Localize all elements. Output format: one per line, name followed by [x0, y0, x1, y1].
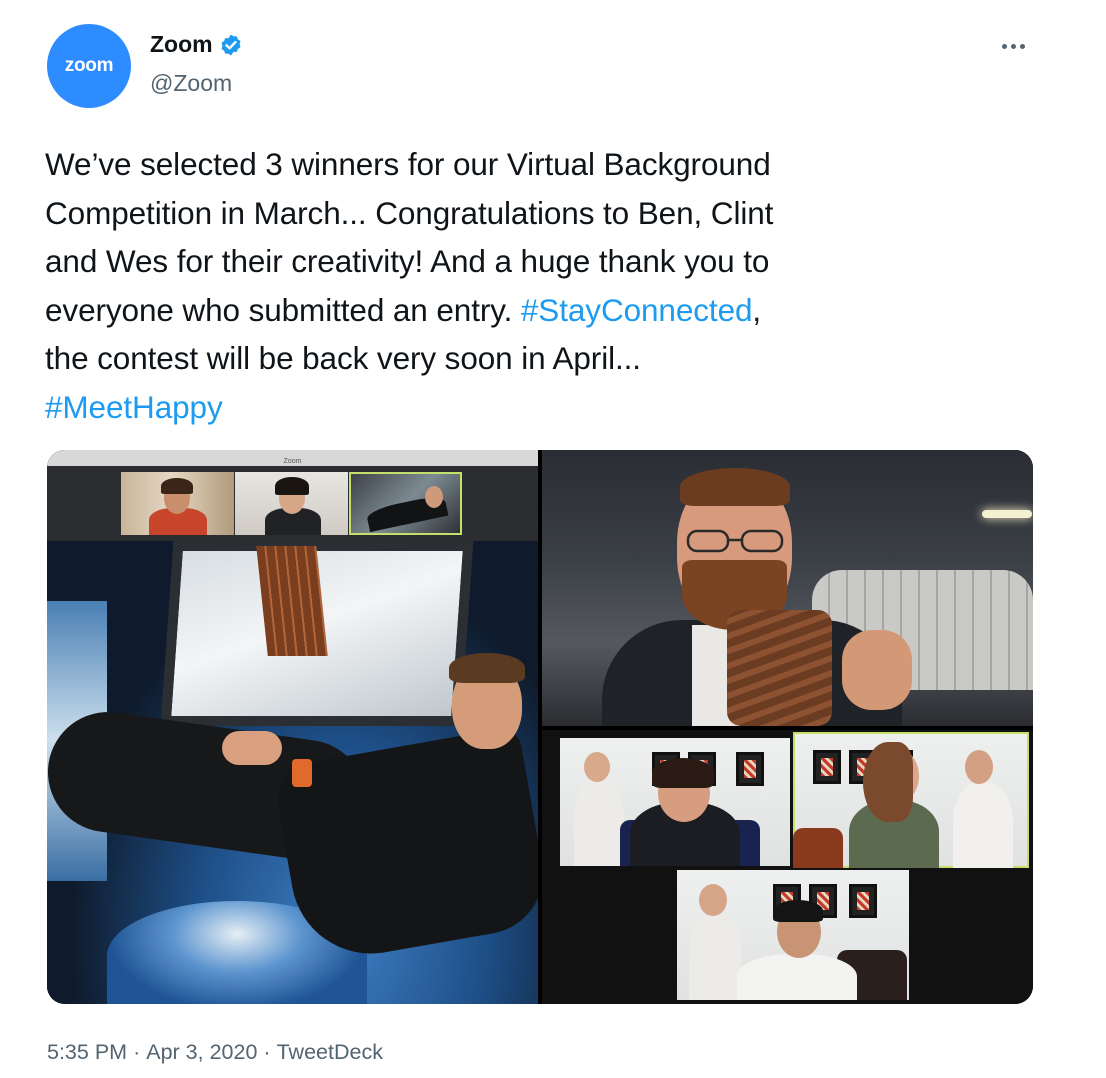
tweet-source-link[interactable]: TweetDeck	[277, 1040, 383, 1065]
tweet-time[interactable]: 5:35 PM	[47, 1040, 127, 1065]
avatar[interactable]: zoom	[47, 24, 131, 108]
media-photo-zoom-call[interactable]	[542, 730, 1033, 1004]
hashtag-link-meethappy[interactable]: #MeetHappy	[45, 389, 223, 425]
glasses-icon	[686, 529, 784, 553]
tweet-date[interactable]: Apr 3, 2020	[146, 1040, 257, 1065]
participant-thumbnail	[121, 472, 234, 535]
tweet-card: zoom Zoom @Zoom We’ve selected 3 winners…	[0, 0, 1106, 1078]
astronaut-hair	[449, 653, 525, 683]
wookiee-mug	[727, 610, 832, 726]
tweet-meta: 5:35 PM · Apr 3, 2020 · TweetDeck	[47, 1040, 383, 1065]
participant-thumbnail	[235, 472, 348, 535]
zoom-window-titlebar: Zoom	[47, 450, 538, 466]
spaceship-light	[982, 510, 1032, 518]
tweet-text-line: the contest will be back very soon in Ap…	[45, 340, 641, 376]
meta-separator: ·	[263, 1040, 271, 1064]
more-dot	[1020, 43, 1025, 49]
call-tile	[560, 738, 790, 866]
tweet-text: We’ve selected 3 winners for our Virtual…	[45, 140, 1045, 431]
call-tile	[677, 870, 909, 1000]
author-name-row[interactable]: Zoom	[150, 31, 243, 58]
author-handle[interactable]: @Zoom	[150, 70, 232, 97]
call-tile	[793, 732, 1029, 868]
participant-thumbnail	[349, 472, 462, 535]
man-hand	[842, 630, 912, 710]
display-name[interactable]: Zoom	[150, 31, 213, 58]
verified-badge-icon	[221, 34, 241, 55]
media-photo-spaceship[interactable]	[542, 450, 1033, 726]
astronaut-watch	[292, 759, 312, 787]
tweet-text-segment: ,	[752, 291, 762, 328]
tweet-text-line: and Wes for their creativity! And a huge…	[45, 243, 770, 279]
man-hair	[680, 468, 790, 506]
zoom-window-title: Zoom	[283, 458, 302, 465]
more-dot	[1002, 43, 1007, 49]
avatar-logo-text: zoom	[64, 55, 114, 76]
meta-separator: ·	[133, 1040, 141, 1064]
tweet-text-segment: everyone who submitted an entry.	[45, 291, 521, 328]
tweet-text-line: #MeetHappy	[45, 383, 1045, 432]
more-dot	[1011, 43, 1016, 49]
more-options-icon[interactable]	[1002, 36, 1032, 56]
astronaut-hand	[222, 731, 282, 765]
tweet-text-line: everyone who submitted an entry. #StayCo…	[45, 286, 1045, 335]
astronaut-scene	[47, 541, 538, 1004]
zoom-thumbnail-strip	[47, 466, 538, 541]
tweet-text-line: Competition in March... Congratulations …	[45, 194, 774, 231]
hashtag-link-stayconnected[interactable]: #StayConnected	[521, 292, 753, 328]
media-photo-astronaut[interactable]: Zoom	[47, 450, 538, 1004]
solar-panel	[256, 546, 328, 656]
media-grid: Zoom	[47, 450, 1033, 1004]
tweet-text-line: We’ve selected 3 winners for our Virtual…	[45, 146, 771, 182]
